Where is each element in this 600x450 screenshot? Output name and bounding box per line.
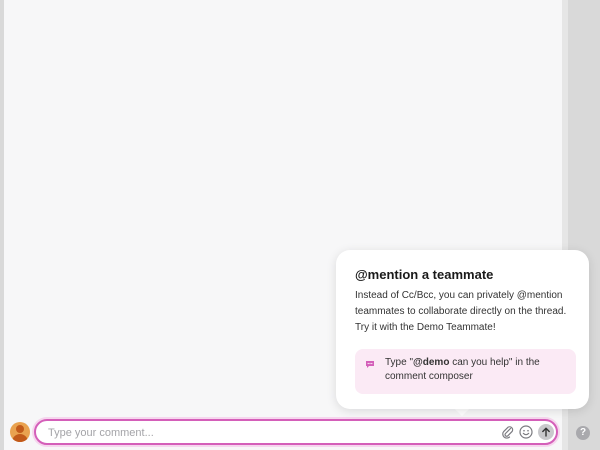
chat-bubble-icon (366, 361, 374, 368)
hint-bold: @demo (413, 357, 450, 368)
help-icon[interactable]: ? (576, 426, 590, 440)
mention-popover: @mention a teammate Instead of Cc/Bcc, y… (336, 250, 589, 409)
comment-input[interactable] (46, 424, 490, 442)
hint-text: Type "@demo can you help" in the comment… (385, 356, 570, 384)
arrow-up-icon (542, 427, 550, 437)
send-button[interactable] (538, 424, 554, 440)
popover-title: @mention a teammate (355, 267, 494, 282)
popover-body: Instead of Cc/Bcc, you can privately @me… (355, 290, 567, 333)
paperclip-icon[interactable] (500, 424, 516, 440)
hint-prefix: Type " (385, 357, 414, 368)
user-avatar (10, 422, 30, 442)
smiley-icon[interactable] (518, 424, 534, 440)
hint-box: Type "@demo can you help" in the comment… (355, 349, 576, 394)
comment-composer[interactable] (34, 419, 558, 445)
